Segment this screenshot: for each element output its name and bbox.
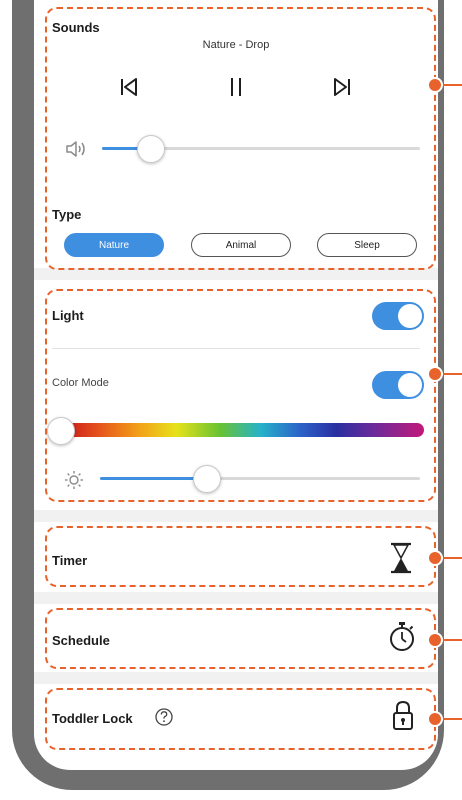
callout-marker xyxy=(427,632,443,648)
section-separator xyxy=(34,510,438,522)
sounds-callout xyxy=(45,7,436,270)
timer-callout xyxy=(45,526,436,587)
callout-marker xyxy=(427,550,443,566)
callout-marker xyxy=(427,77,443,93)
callout-marker xyxy=(427,366,443,382)
section-separator xyxy=(34,592,438,604)
section-separator xyxy=(34,672,438,684)
light-callout xyxy=(45,289,436,502)
callout-marker xyxy=(427,711,443,727)
toddler-lock-callout xyxy=(45,688,436,750)
schedule-callout xyxy=(45,608,436,669)
